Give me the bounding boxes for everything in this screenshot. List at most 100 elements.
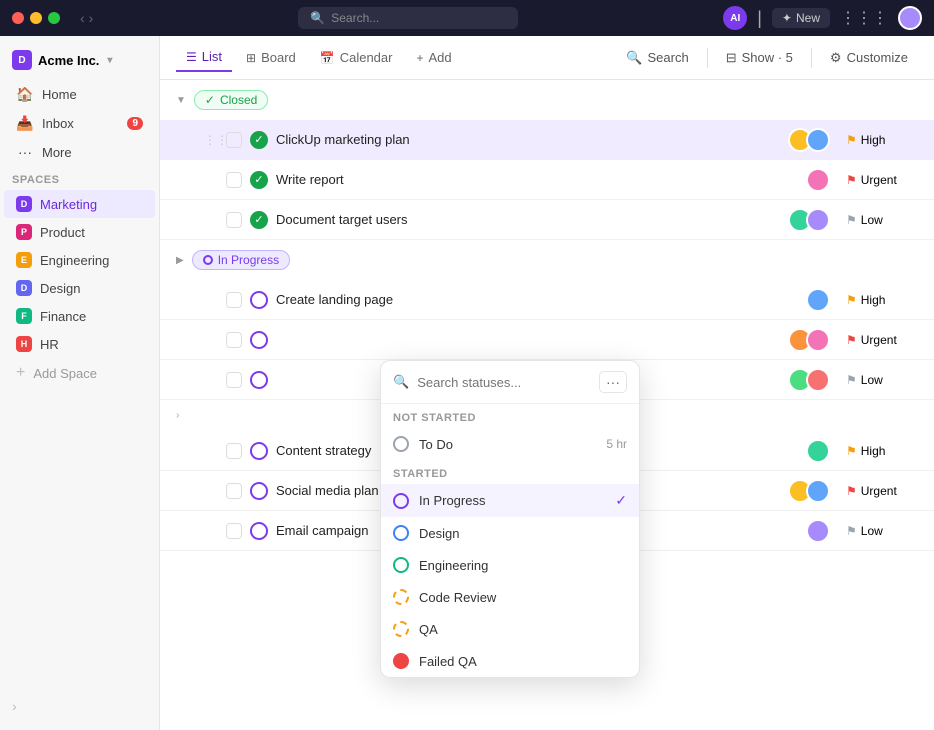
user-avatar[interactable] [898,6,922,30]
dropdown-search-bar: 🔍 ··· [381,361,639,404]
inbox-badge: 9 [127,117,143,130]
avatar [806,128,830,152]
task-status-icon [250,522,268,540]
task-status-icon: ✓ [250,171,268,189]
table-row[interactable]: ✓ Write report ⚑ Urgent [160,160,934,200]
table-row[interactable]: ⋮⋮ ✓ ClickUp marketing plan ⚑ High [160,120,934,160]
sidebar-item-inbox[interactable]: 📥 Inbox 9 [4,109,155,138]
sidebar-collapse-btn[interactable]: › [0,690,159,722]
status-item-in-progress[interactable]: In Progress ✓ [381,484,639,517]
sidebar-item-engineering[interactable]: E Engineering [4,246,155,274]
in-progress-icon [203,255,213,265]
task-avatars [806,168,830,192]
design-status-icon [393,525,409,541]
engineering-space-dot: E [16,252,32,268]
task-priority: ⚑ High [838,133,918,147]
closed-check-icon: ✓ [205,93,215,107]
inbox-icon: 📥 [16,115,34,132]
priority-flag-icon: ⚑ [846,373,857,387]
priority-text: Low [861,373,883,387]
task-checkbox[interactable] [226,372,242,388]
task-status-icon: ✓ [250,211,268,229]
task-checkbox[interactable] [226,212,242,228]
sidebar-item-product[interactable]: P Product [4,218,155,246]
sidebar-nav: 🏠 Home 📥 Inbox 9 ··· More [0,80,159,166]
close-dot[interactable] [12,12,24,24]
search-button[interactable]: 🔍 Search [616,45,698,71]
task-avatars [806,288,830,312]
workspace-header[interactable]: D Acme Inc. ▾ [0,44,159,76]
task-checkbox[interactable] [226,172,242,188]
tab-add[interactable]: + Add [406,44,461,71]
task-checkbox[interactable] [226,132,242,148]
task-checkbox[interactable] [226,292,242,308]
more-icon: ··· [16,144,34,160]
task-checkbox[interactable] [226,332,242,348]
task-status-icon [250,371,268,389]
calendar-icon: 📅 [320,51,335,65]
tab-board[interactable]: ⊞ Board [236,44,306,71]
task-priority: ⚑ Low [838,213,918,227]
add-icon: + [16,364,25,382]
show-icon: ⊟ [726,50,737,66]
table-row[interactable]: Create landing page ⚑ High [160,280,934,320]
task-priority: ⚑ High [838,293,918,307]
global-search-bar[interactable]: 🔍 Search... [298,7,518,29]
workspace-chevron: ▾ [107,55,112,66]
status-item-failed-qa[interactable]: Failed QA [381,645,639,677]
tab-list[interactable]: ☰ List [176,43,232,72]
sidebar-item-marketing[interactable]: D Marketing [4,190,155,218]
dropdown-more-button[interactable]: ··· [599,371,627,393]
failed-qa-status-icon [393,653,409,669]
task-avatars [806,519,830,543]
status-item-qa[interactable]: QA [381,613,639,645]
task-avatars [788,328,830,352]
status-dropdown: 🔍 ··· NOT STARTED To Do 5 hr STARTED In … [380,360,640,678]
add-space-button[interactable]: + Add Space [4,358,155,388]
sidebar-item-finance[interactable]: F Finance [4,302,155,330]
tab-calendar[interactable]: 📅 Calendar [310,44,403,71]
back-icon[interactable]: ‹ [80,10,85,26]
task-checkbox[interactable] [226,523,242,539]
status-item-code-review[interactable]: Code Review [381,581,639,613]
priority-flag-icon: ⚑ [846,333,857,347]
maximize-dot[interactable] [48,12,60,24]
table-row[interactable]: ✓ Document target users ⚑ Low [160,200,934,240]
sidebar-item-home[interactable]: 🏠 Home [4,80,155,109]
task-status-icon [250,482,268,500]
minimize-dot[interactable] [30,12,42,24]
task-status-icon: ✓ [250,131,268,149]
search-btn-icon: 🔍 [626,50,642,66]
ai-avatar[interactable]: AI [723,6,747,30]
sidebar-item-hr[interactable]: H HR [4,330,155,358]
nav-arrows[interactable]: ‹ › [80,10,93,26]
priority-text: Urgent [861,333,897,347]
not-started-label: NOT STARTED [381,404,639,428]
nav-divider [707,48,708,68]
status-item-todo[interactable]: To Do 5 hr [381,428,639,460]
drag-handle-icon[interactable]: ⋮⋮ [204,133,218,147]
sidebar-item-more[interactable]: ··· More [4,138,155,166]
titlebar-center: 🔍 Search... [93,7,723,29]
task-checkbox[interactable] [226,483,242,499]
divider: | [757,8,762,29]
customize-button[interactable]: ⚙ Customize [820,45,918,71]
show-button[interactable]: ⊟ Show · 5 [716,45,803,71]
status-item-design[interactable]: Design [381,517,639,549]
in-progress-section-header[interactable]: ▶ In Progress [160,240,934,280]
new-button[interactable]: ✦ New [772,8,830,28]
table-row[interactable]: ⚑ Urgent [160,320,934,360]
closed-section-header[interactable]: ▼ ✓ Closed [160,80,934,120]
task-name: Document target users [276,212,780,227]
titlebar: ‹ › 🔍 Search... AI | ✦ New ⋮⋮⋮ [0,0,934,36]
task-avatars [788,128,830,152]
workspace-name: Acme Inc. [38,53,99,68]
home-icon: 🏠 [16,86,34,103]
task-checkbox[interactable] [226,443,242,459]
grid-icon[interactable]: ⋮⋮⋮ [840,8,888,28]
sidebar-item-design[interactable]: D Design [4,274,155,302]
status-item-engineering[interactable]: Engineering [381,549,639,581]
avatar [806,208,830,232]
dropdown-search-input[interactable] [417,375,591,390]
avatar [806,288,830,312]
